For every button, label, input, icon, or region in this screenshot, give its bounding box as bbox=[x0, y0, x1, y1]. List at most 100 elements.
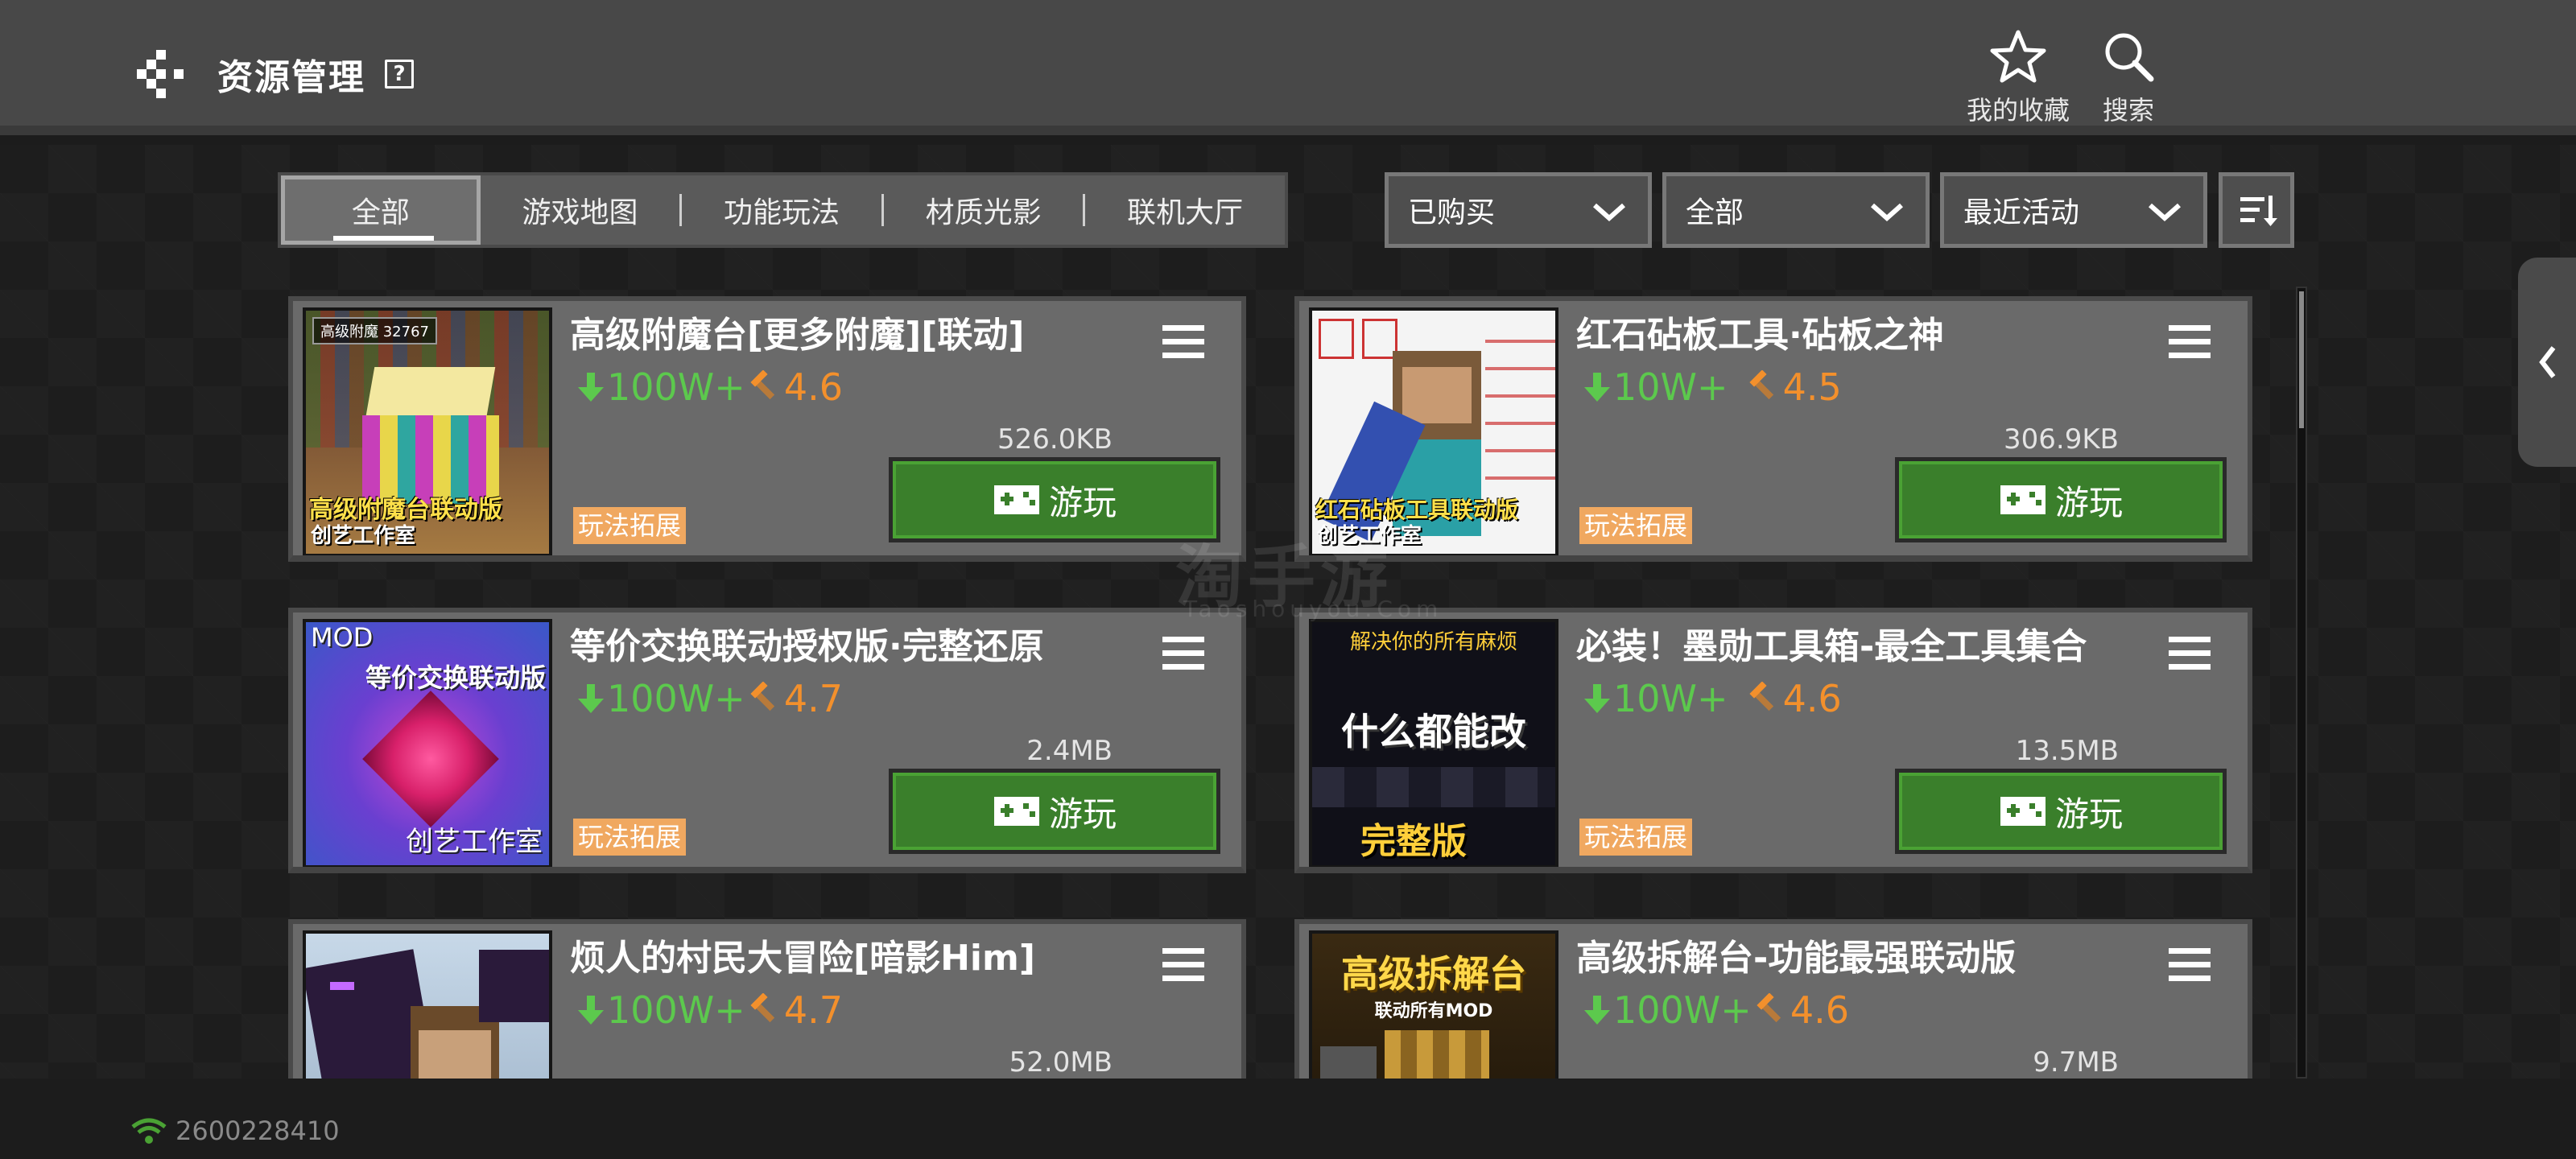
menu-icon[interactable] bbox=[2169, 637, 2211, 670]
purchase-filter-dropdown[interactable]: 已购买 bbox=[1385, 172, 1652, 248]
resource-stats: 10W+ 4.6 bbox=[1581, 677, 1842, 720]
file-size: 2.4MB bbox=[1026, 735, 1113, 767]
resource-stats: 100W+ 4.6 bbox=[1581, 988, 1849, 1032]
category-tabs: 全部 游戏地图 功能玩法 材质光影 联机大厅 bbox=[278, 172, 1288, 248]
back-arrow-icon bbox=[137, 50, 184, 98]
menu-icon[interactable] bbox=[2169, 325, 2211, 359]
page-title: 资源管理 bbox=[217, 57, 365, 98]
play-button[interactable]: 游玩 bbox=[1895, 769, 2227, 854]
thumbnail-badge: MOD bbox=[311, 622, 374, 653]
resource-thumbnail[interactable]: 解决你的所有麻烦 什么都能改 完整版 bbox=[1309, 619, 1558, 867]
download-arrow-icon bbox=[578, 996, 604, 1025]
resource-thumbnail[interactable]: MOD 等价交换联动版 创艺工作室 bbox=[303, 619, 552, 867]
scrollbar-thumb[interactable] bbox=[2299, 291, 2304, 428]
download-count: 10W+ bbox=[1613, 365, 1728, 409]
download-count: 10W+ bbox=[1613, 677, 1728, 720]
resource-stats: 10W+ 4.5 bbox=[1581, 365, 1842, 409]
rating-value: 4.6 bbox=[1782, 677, 1842, 720]
download-arrow-icon bbox=[578, 373, 604, 402]
category-tag: 玩法拓展 bbox=[573, 819, 687, 856]
resource-thumbnail[interactable]: 红石砧板工具联动版 创艺工作室 bbox=[1309, 307, 1558, 555]
category-tag: 玩法拓展 bbox=[1579, 819, 1693, 856]
search-button[interactable]: 搜索 bbox=[2068, 29, 2189, 126]
file-size: 52.0MB bbox=[1009, 1046, 1113, 1079]
play-label: 游玩 bbox=[1048, 794, 1117, 834]
chevron-down-icon bbox=[1593, 203, 1625, 222]
sort-order-dropdown[interactable]: 最近活动 bbox=[1940, 172, 2207, 248]
tab-gameplay[interactable]: 功能玩法 bbox=[682, 175, 881, 245]
rating-value: 4.7 bbox=[783, 988, 843, 1032]
thumbnail-caption: 什么都能改 bbox=[1341, 710, 1526, 753]
wifi-icon bbox=[131, 1118, 167, 1144]
pickaxe-icon bbox=[1748, 682, 1773, 711]
category-filter-dropdown[interactable]: 全部 bbox=[1662, 172, 1930, 248]
thumbnail-studio: 完整版 bbox=[1360, 821, 1467, 862]
download-count: 100W+ bbox=[607, 677, 745, 720]
play-button[interactable]: 游玩 bbox=[1895, 457, 2227, 542]
play-label: 游玩 bbox=[2054, 482, 2123, 522]
chevron-down-icon bbox=[1871, 203, 1903, 222]
resource-card[interactable]: 红石砧板工具联动版 创艺工作室 红石砧板工具·砧板之神 10W+ 4.5 306… bbox=[1294, 296, 2252, 562]
download-arrow-icon bbox=[1584, 684, 1610, 713]
category-filter-value: 全部 bbox=[1686, 196, 1744, 229]
search-label: 搜索 bbox=[2102, 95, 2154, 126]
tab-textures[interactable]: 材质光影 bbox=[884, 175, 1084, 245]
pickaxe-icon bbox=[750, 370, 774, 400]
gamepad-icon bbox=[993, 485, 1039, 514]
pickaxe-icon bbox=[1748, 370, 1773, 400]
play-button[interactable]: 游玩 bbox=[889, 457, 1220, 542]
resource-thumbnail[interactable]: 高级附魔 32767 高级附魔台联动版 创艺工作室 bbox=[303, 307, 552, 555]
purchase-filter-value: 已购买 bbox=[1408, 196, 1496, 229]
gamepad-icon bbox=[2000, 485, 2046, 514]
star-icon bbox=[1990, 30, 2046, 83]
thumbnail-studio: 创艺工作室 bbox=[406, 826, 543, 858]
network-id: 2600228410 bbox=[175, 1116, 340, 1146]
resource-card[interactable]: 解决你的所有麻烦 什么都能改 完整版 必装！墨勋工具箱-最全工具集合 10W+ … bbox=[1294, 608, 2252, 873]
play-button[interactable]: 游玩 bbox=[889, 769, 1220, 854]
resource-card[interactable]: 高级附魔 32767 高级附魔台联动版 创艺工作室 高级附魔台[更多附魔][联动… bbox=[288, 296, 1246, 562]
resource-stats: 100W+ 4.7 bbox=[575, 677, 843, 720]
search-icon bbox=[2105, 33, 2154, 82]
pickaxe-icon bbox=[1757, 993, 1781, 1023]
tab-multiplayer[interactable]: 联机大厅 bbox=[1085, 175, 1285, 245]
footer-bar bbox=[0, 1079, 2576, 1159]
list-scrollbar[interactable] bbox=[2296, 287, 2307, 1079]
resource-title[interactable]: 等价交换联动授权版·完整还原 bbox=[570, 617, 1044, 669]
gamepad-icon bbox=[2000, 797, 2046, 826]
back-button[interactable] bbox=[137, 50, 193, 98]
tab-game-maps[interactable]: 游戏地图 bbox=[481, 175, 680, 245]
thumbnail-caption: 等价交换联动版 bbox=[365, 662, 546, 693]
file-size: 13.5MB bbox=[2015, 735, 2119, 767]
thumbnail-studio: 创艺工作室 bbox=[311, 524, 416, 548]
resource-card[interactable]: MOD 等价交换联动版 创艺工作室 等价交换联动授权版·完整还原 100W+ 4… bbox=[288, 608, 1246, 873]
resource-stats: 100W+ 4.7 bbox=[575, 988, 843, 1032]
network-status: 2600228410 bbox=[130, 1116, 340, 1146]
resource-title[interactable]: 高级附魔台[更多附魔][联动] bbox=[570, 306, 1024, 357]
category-tag: 玩法拓展 bbox=[1579, 507, 1693, 544]
category-tag: 玩法拓展 bbox=[573, 507, 687, 544]
rating-value: 4.7 bbox=[783, 677, 843, 720]
menu-icon[interactable] bbox=[1162, 325, 1204, 359]
play-label: 游玩 bbox=[1048, 482, 1117, 522]
menu-icon[interactable] bbox=[2169, 948, 2211, 982]
favorites-label: 我的收藏 bbox=[1966, 95, 2070, 126]
menu-icon[interactable] bbox=[1162, 948, 1204, 982]
resource-title[interactable]: 高级拆解台-功能最强联动版 bbox=[1576, 929, 2016, 980]
side-drawer-toggle[interactable] bbox=[2518, 258, 2576, 467]
download-count: 100W+ bbox=[607, 365, 745, 409]
help-icon[interactable]: ? bbox=[385, 60, 414, 89]
watermark-sub: Taoshouyou.Com bbox=[1183, 596, 1443, 622]
sort-direction-button[interactable] bbox=[2219, 172, 2294, 248]
resource-title[interactable]: 红石砧板工具·砧板之神 bbox=[1576, 306, 1944, 357]
rating-value: 4.6 bbox=[1790, 988, 1849, 1032]
thumbnail-caption: 联动所有MOD bbox=[1374, 1001, 1493, 1021]
resource-stats: 100W+ 4.6 bbox=[575, 365, 843, 409]
resource-title[interactable]: 烦人的村民大冒险[暗影Him] bbox=[570, 929, 1035, 980]
app-header: 资源管理 ? 我的收藏 搜索 bbox=[0, 0, 2576, 135]
menu-icon[interactable] bbox=[1162, 637, 1204, 670]
download-arrow-icon bbox=[1584, 373, 1610, 402]
tab-all[interactable]: 全部 bbox=[281, 175, 481, 245]
favorites-button[interactable]: 我的收藏 bbox=[1958, 29, 2079, 126]
rating-value: 4.5 bbox=[1782, 365, 1842, 409]
resource-title[interactable]: 必装！墨勋工具箱-最全工具集合 bbox=[1576, 617, 2087, 669]
